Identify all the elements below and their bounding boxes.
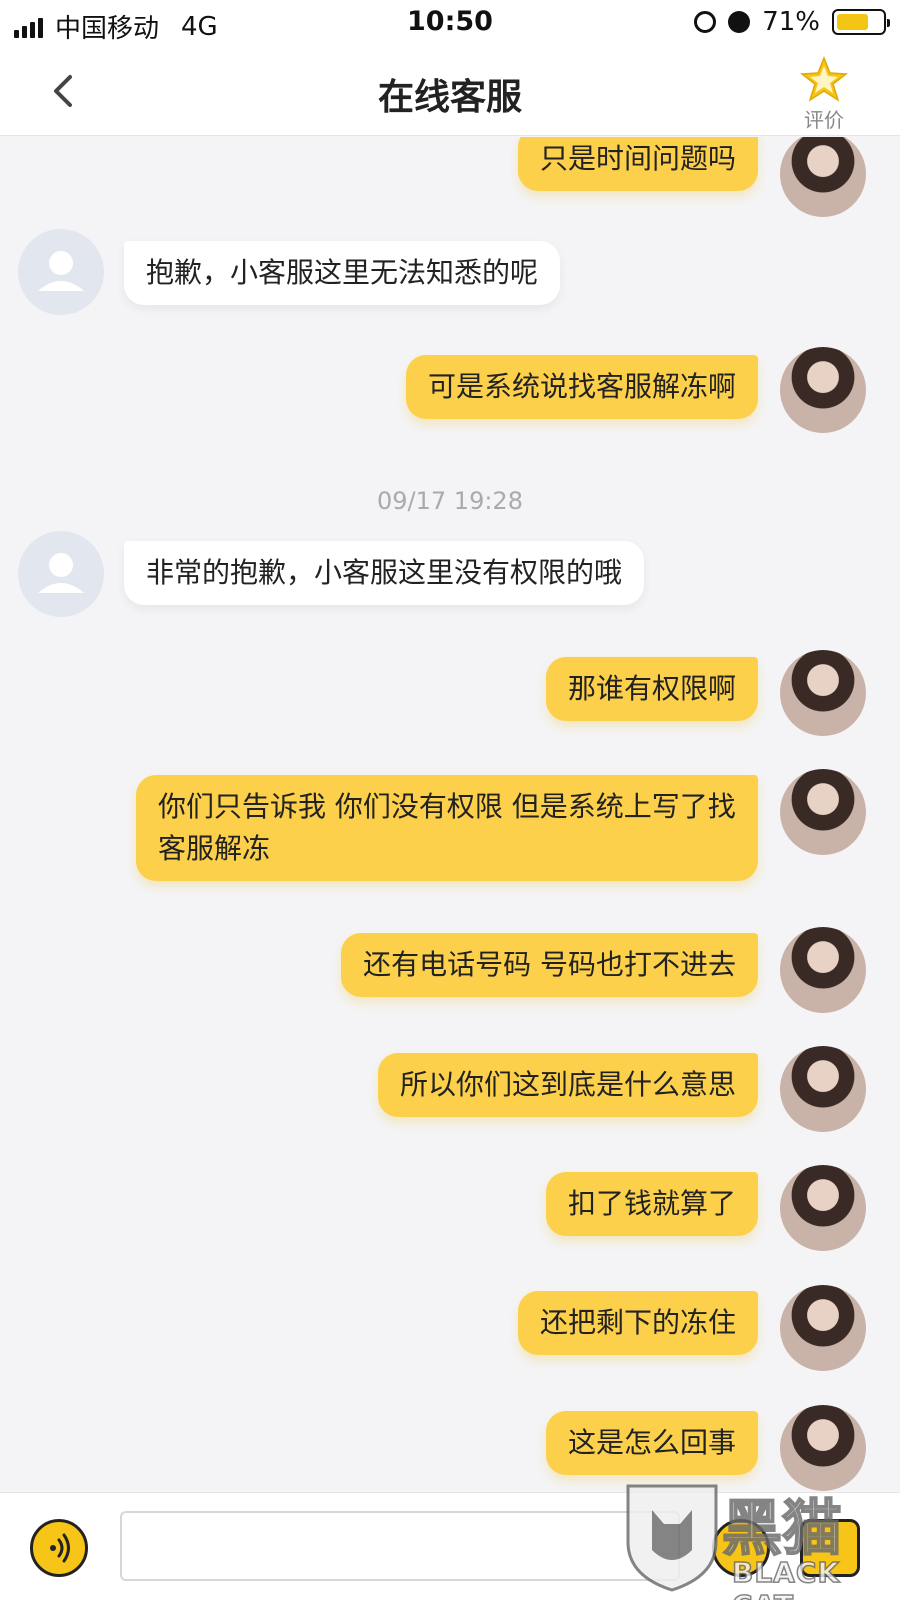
user-avatar[interactable]: [780, 1165, 866, 1251]
agent-avatar: [18, 531, 104, 617]
rate-button[interactable]: 评价: [794, 56, 854, 133]
star-icon: [800, 56, 848, 102]
user-avatar[interactable]: [780, 1046, 866, 1132]
message-bubble-outgoing[interactable]: 这是怎么回事: [545, 1411, 758, 1475]
watermark-subtitle: BLACK CAT: [731, 1555, 841, 1600]
person-icon: [38, 553, 84, 593]
message-bubble-outgoing[interactable]: 只是时间问题吗: [517, 137, 758, 191]
user-avatar[interactable]: [780, 1285, 866, 1371]
voice-icon: [50, 1533, 70, 1563]
page-title: 在线客服: [377, 77, 522, 118]
watermark-title: 黑猫: [721, 1493, 843, 1565]
message-bubble-outgoing[interactable]: 可是系统说找客服解冻啊: [405, 355, 758, 419]
message-input[interactable]: [120, 1511, 680, 1581]
chat-area[interactable]: 只是时间问题吗 抱歉，小客服这里无法知悉的呢 可是系统说找客服解冻啊 09/17…: [0, 137, 900, 1492]
alarm-icon: [728, 11, 751, 33]
message-timestamp: 09/17 19:28: [377, 487, 523, 515]
message-bubble-incoming[interactable]: 非常的抱歉，小客服这里没有权限的哦: [124, 541, 645, 605]
message-bubble-outgoing[interactable]: 所以你们这到底是什么意思: [377, 1053, 758, 1117]
header: 在线客服 评价: [0, 46, 900, 136]
message-bubble-outgoing[interactable]: 还有电话号码 号码也打不进去: [341, 933, 758, 997]
user-avatar[interactable]: [780, 769, 866, 855]
status-bar: 中国移动 4G 10:50 71%: [0, 0, 900, 46]
user-avatar[interactable]: [780, 927, 866, 1013]
rate-label: 评价: [804, 108, 844, 132]
message-bubble-outgoing[interactable]: 还把剩下的冻住: [517, 1291, 758, 1355]
message-bubble-outgoing[interactable]: 那谁有权限啊: [545, 657, 758, 721]
battery-icon: [832, 9, 890, 35]
voice-button[interactable]: [30, 1519, 88, 1577]
user-avatar[interactable]: [780, 347, 866, 433]
black-cat-logo-icon: [626, 1484, 718, 1592]
message-bubble-outgoing[interactable]: 你们只告诉我 你们没有权限 但是系统上写了找客服解冻: [136, 775, 758, 881]
user-avatar[interactable]: [780, 650, 866, 736]
agent-avatar: [18, 229, 104, 315]
message-bubble-incoming[interactable]: 抱歉，小客服这里无法知悉的呢: [124, 241, 561, 305]
message-bubble-outgoing[interactable]: 扣了钱就算了: [545, 1172, 758, 1236]
user-avatar[interactable]: [780, 1405, 866, 1491]
watermark: 黑猫 BLACK CAT: [622, 1480, 892, 1600]
rotation-lock-icon: [694, 11, 717, 33]
battery-percent: 71%: [762, 7, 820, 37]
person-icon: [38, 251, 84, 291]
user-avatar[interactable]: [780, 137, 866, 217]
